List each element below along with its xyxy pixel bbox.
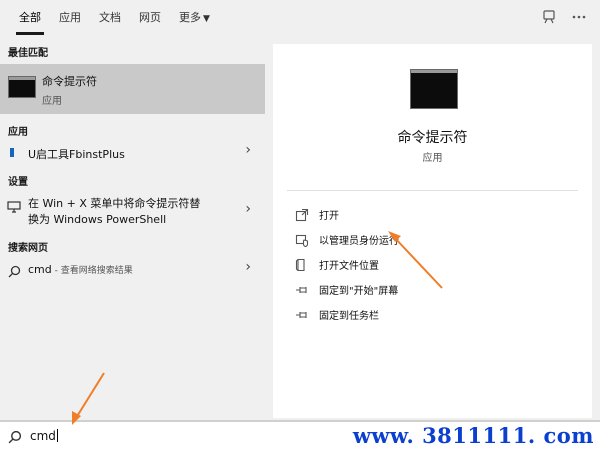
app-item-title: U启工具FbinstPlus: [28, 148, 125, 161]
caret-down-icon: ▼: [203, 14, 210, 24]
preview-subtitle: 应用: [422, 153, 443, 164]
tab-web-label: 网页: [139, 11, 161, 24]
tab-documents-label: 文档: [99, 11, 121, 24]
divider: [287, 190, 578, 191]
preview-panel: 命令提示符 应用 打开 以管理员身份运行 打开文件位置 固定到"开始"屏幕 固定…: [265, 36, 600, 420]
result-setting-powershell[interactable]: 在 Win + X 菜单中将命令提示符替 换为 Windows PowerShe…: [0, 191, 265, 231]
results-panel: 最佳匹配 命令提示符 应用 应用 U启工具FbinstPlus › 设置 在 W…: [0, 36, 265, 420]
section-web: 搜索网页: [8, 243, 48, 254]
section-best-match: 最佳匹配: [8, 48, 48, 59]
setting-line-2: 换为 Windows PowerShell: [28, 213, 167, 226]
more-icon[interactable]: [570, 9, 588, 27]
search-input[interactable]: cmd: [30, 429, 58, 443]
tab-list: 全部 应用 文档 网页 更多 ▼: [10, 0, 219, 36]
action-label: 打开文件位置: [319, 260, 379, 272]
action-run-as-admin[interactable]: 以管理员身份运行: [295, 229, 399, 249]
monitor-icon: [7, 198, 21, 217]
setting-line-1: 在 Win + X 菜单中将命令提示符替: [28, 197, 201, 210]
result-web-search[interactable]: cmd - 查看网络搜索结果 ›: [0, 257, 265, 283]
tab-more-label: 更多: [179, 11, 201, 24]
cmd-app-icon: [8, 76, 36, 98]
search-icon: [8, 429, 22, 448]
web-result-text: cmd - 查看网络搜索结果: [28, 263, 133, 276]
chevron-right-icon[interactable]: ›: [245, 259, 251, 275]
watermark: www. 3811111. com: [352, 423, 594, 448]
tab-more[interactable]: 更多 ▼: [170, 0, 219, 36]
tab-all[interactable]: 全部: [10, 0, 50, 36]
action-label: 以管理员身份运行: [319, 235, 399, 247]
action-pin-to-taskbar[interactable]: 固定到任务栏: [295, 304, 379, 324]
web-query: cmd: [28, 263, 52, 276]
tab-apps-label: 应用: [59, 11, 81, 24]
section-apps: 应用: [8, 127, 28, 138]
search-tabs-bar: 全部 应用 文档 网页 更多 ▼: [0, 0, 600, 36]
best-match-title: 命令提示符: [42, 75, 97, 88]
chevron-right-icon[interactable]: ›: [245, 142, 251, 158]
best-match-subtitle: 应用: [42, 96, 62, 107]
action-open[interactable]: 打开: [295, 204, 339, 224]
text-cursor: [56, 429, 58, 442]
feedback-icon[interactable]: [540, 9, 558, 27]
chevron-right-icon[interactable]: ›: [245, 201, 251, 217]
search-box[interactable]: cmd www. 3811111. com: [0, 420, 600, 450]
pin-icon: [295, 307, 309, 321]
preview-card: 命令提示符 应用 打开 以管理员身份运行 打开文件位置 固定到"开始"屏幕 固定…: [273, 44, 592, 418]
open-icon: [295, 207, 309, 222]
tab-documents[interactable]: 文档: [90, 0, 130, 36]
section-settings: 设置: [8, 177, 28, 188]
tab-all-label: 全部: [19, 11, 41, 24]
admin-shield-icon: [295, 232, 309, 248]
tab-apps[interactable]: 应用: [50, 0, 90, 36]
file-location-icon: [295, 257, 309, 272]
cmd-large-icon: [410, 69, 458, 109]
search-icon: [8, 263, 21, 282]
action-label: 固定到"开始"屏幕: [319, 285, 399, 297]
result-best-match-cmd[interactable]: 命令提示符 应用: [0, 64, 265, 114]
search-value: cmd: [30, 429, 56, 443]
web-suffix: - 查看网络搜索结果: [51, 266, 133, 276]
action-label: 打开: [319, 210, 339, 222]
action-label: 固定到任务栏: [319, 310, 379, 322]
preview-title: 命令提示符: [397, 130, 468, 146]
pin-icon: [295, 282, 309, 296]
action-pin-to-start[interactable]: 固定到"开始"屏幕: [295, 279, 398, 299]
tab-web[interactable]: 网页: [130, 0, 170, 36]
app-icon: [10, 148, 14, 157]
action-open-file-location[interactable]: 打开文件位置: [295, 254, 379, 274]
result-app-fbinstplus[interactable]: U启工具FbinstPlus ›: [0, 140, 265, 166]
